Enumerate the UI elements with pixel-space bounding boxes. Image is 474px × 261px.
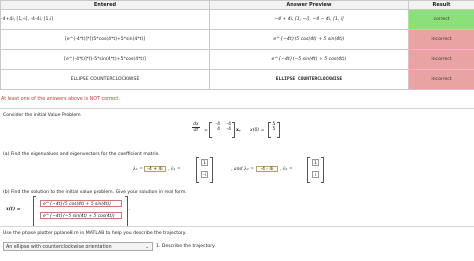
table-row: -4+4i, [1,-i], -4-4i, [1,i] −4 + 4i, [1,… (0, 9, 474, 30)
solution-bracket-left (33, 196, 36, 227)
preview-cell: −4 + 4i, [1, −i], −4 − 4i, [1, i] (209, 9, 409, 30)
trajectory-select[interactable]: An ellipse with counterclockwise orienta… (3, 242, 153, 251)
v1-entry-input[interactable]: 1 (201, 159, 208, 166)
solution-x2-input[interactable]: e^{−4t}(−5 sin(4t) + 5 cos(4t)) (40, 212, 122, 219)
table-row: [e^(-4*t)]*[(-5*sin(4*t)+5*cos(4*t)] e^{… (0, 49, 474, 70)
problem-intro: Consider the initial Value Problem (3, 113, 81, 118)
entered-cell: -4+4i, [1,-i], -4-4i, [1,i] (0, 9, 210, 30)
header-answer-preview: Answer Preview (209, 0, 409, 10)
matrix-bracket-right (232, 122, 235, 138)
preview-cell: e^{−4t}(5 cos(4t) + 5 sin(4t)) (209, 29, 409, 50)
x0-bracket-right (277, 122, 280, 138)
result-cell: correct (408, 9, 474, 30)
v1-entry-input[interactable]: -i (201, 171, 208, 178)
xt-label: x(t) = (6, 207, 21, 212)
v2-bracket-right (321, 157, 324, 183)
solution-x1-input[interactable]: e^{−4t}(5 cos(4t) + 5 sin(4t)) (40, 200, 122, 207)
chevron-down-icon: ⌄ (145, 245, 149, 250)
results-table: Entered Answer Preview Result -4+4i, [1,… (0, 0, 474, 90)
table-header-row: Entered Answer Preview Result (0, 0, 474, 10)
result-cell: incorrect (408, 69, 474, 90)
header-entered: Entered (0, 0, 210, 10)
coefficient-matrix: -4 -4 4 -4 (212, 122, 231, 132)
solution-period: . (129, 207, 131, 212)
v2-entry-input[interactable]: i (312, 171, 319, 178)
v2-label: , v̄₂ = (280, 167, 293, 172)
lambda2-input[interactable]: -4 - 4i (256, 166, 278, 172)
describe-trajectory-text: 1. Describe the trajectory. (156, 244, 216, 249)
x-vector-label: x, (236, 128, 241, 133)
preview-cell: e^{−4t}(−5 sin(4t) + 5 cos(4t)) (209, 49, 409, 70)
entered-cell: [e^(-4*t)]*[(-5*sin(4*t)+5*cos(4*t)] (0, 49, 210, 70)
lambda1-input[interactable]: -4 + 4i (144, 166, 166, 172)
divider (0, 108, 474, 109)
lambda1-label: λ₁ = (133, 167, 144, 172)
part-a-text: (a) Find the eigenvalues and eigenvector… (3, 152, 160, 157)
result-cell: incorrect (408, 29, 474, 50)
lambda2-label: , and λ₂ = (231, 167, 255, 172)
table-row: ELLIPSE COUNTERCLOCKWISE ELLIPSE COUNTER… (0, 69, 474, 90)
plotter-text: Use the phase plotter pplane8.m in MATLA… (3, 231, 187, 236)
matrix-entry: -4 (226, 127, 231, 132)
v2-bracket-left (307, 157, 310, 183)
entered-cell: [e^(-4*t)]*[(5*cos(4*t)+5*sin(4*t)] (0, 29, 210, 50)
preview-cell: ELLIPSE COUNTERCLOCKWISE (209, 69, 409, 90)
matrix-entry: 4 (217, 127, 220, 132)
entered-cell: ELLIPSE COUNTERCLOCKWISE (0, 69, 210, 90)
v2-entry-input[interactable]: 1 (312, 159, 319, 166)
divider (0, 226, 474, 227)
derivative-fraction: dx dt (192, 122, 200, 133)
part-b-text: (b) Find the solution to the initial val… (3, 190, 187, 195)
equals-sign: = (204, 128, 208, 133)
v1-bracket-right (210, 157, 213, 183)
v1-label: , v̄₁ = (168, 167, 181, 172)
error-notice: At least one of the answers above is NOT… (1, 97, 120, 102)
initial-condition-label: x(0) = (250, 128, 265, 133)
solution-bracket-right (125, 196, 128, 227)
trajectory-select-value: An ellipse with counterclockwise orienta… (6, 245, 112, 250)
result-cell: incorrect (408, 49, 474, 70)
table-row: [e^(-4*t)]*[(5*cos(4*t)+5*sin(4*t)] e^{−… (0, 29, 474, 50)
dt-label: dt (193, 128, 199, 133)
header-result: Result (408, 0, 474, 10)
v1-bracket-left (196, 157, 199, 183)
